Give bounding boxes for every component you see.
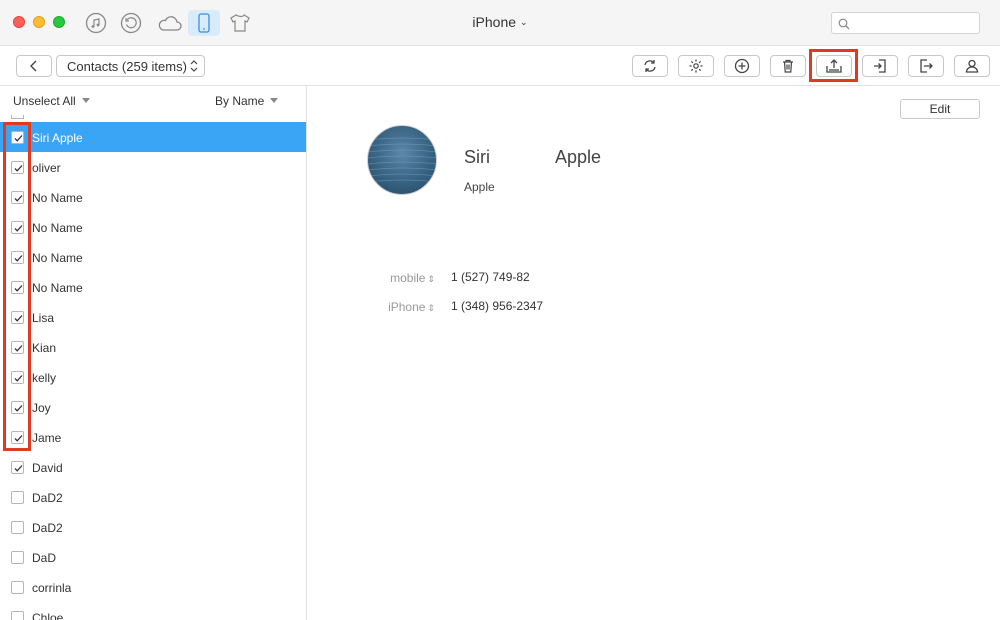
toolbar: Contacts (259 items) bbox=[0, 46, 1000, 86]
edit-button[interactable]: Edit bbox=[900, 99, 980, 119]
sort-dropdown[interactable]: By Name bbox=[215, 94, 279, 108]
refresh-icon bbox=[644, 60, 656, 72]
contact-detail: Edit Siri Apple Apple mobile ⇕ 1 (527) 74… bbox=[308, 86, 1000, 620]
import-button[interactable] bbox=[862, 55, 898, 77]
contact-row[interactable]: kelly bbox=[0, 362, 306, 392]
contact-name: oliver bbox=[32, 161, 61, 175]
sidebar-header: Unselect All By Name bbox=[0, 86, 306, 114]
contact-name: No Name bbox=[32, 191, 83, 205]
contact-name: Chloe bbox=[32, 611, 64, 620]
title-bar: iPhone ⌄ bbox=[0, 0, 1000, 46]
close-window-button[interactable] bbox=[13, 16, 25, 28]
last-name: Apple bbox=[555, 147, 602, 167]
refresh-button[interactable] bbox=[632, 55, 668, 77]
trash-icon bbox=[783, 59, 793, 73]
checkmark-icon bbox=[14, 465, 23, 472]
contact-name: No Name bbox=[32, 281, 83, 295]
contact-row[interactable]: DaD2 bbox=[0, 482, 306, 512]
add-button[interactable] bbox=[724, 55, 760, 77]
contact-checkbox[interactable] bbox=[11, 461, 24, 474]
send-to-device-icon bbox=[920, 59, 933, 73]
minimize-window-button[interactable] bbox=[33, 16, 45, 28]
contact-name: kelly bbox=[32, 371, 57, 385]
contact-name: Lisa bbox=[32, 311, 55, 325]
contact-name: corrinla bbox=[32, 581, 72, 595]
contact-checkbox[interactable] bbox=[11, 521, 24, 534]
contact-row[interactable]: No Name bbox=[0, 212, 306, 242]
contact-button[interactable] bbox=[954, 55, 990, 77]
contact-name: No Name bbox=[32, 221, 83, 235]
contact-row[interactable]: DaD bbox=[0, 542, 306, 572]
chevron-left-icon bbox=[30, 60, 37, 72]
add-icon bbox=[734, 58, 750, 74]
avatar bbox=[367, 125, 437, 195]
contact-row[interactable]: oliver bbox=[0, 152, 306, 182]
export-button-highlight bbox=[809, 49, 858, 82]
back-button[interactable] bbox=[16, 55, 52, 77]
contact-checkbox[interactable] bbox=[11, 611, 24, 620]
checkbox-column-highlight bbox=[3, 122, 31, 451]
contact-name: David bbox=[32, 461, 63, 475]
settings-button[interactable] bbox=[678, 55, 714, 77]
app-window: iPhone ⌄ Contacts (259 items) Unselect A… bbox=[0, 0, 1000, 620]
icloud-icon[interactable] bbox=[155, 10, 185, 36]
contact-name: Siri Apple bbox=[32, 131, 83, 145]
company-name: Apple bbox=[464, 180, 495, 194]
contacts-sidebar: Unselect All By Name Siri Apple oliver No … bbox=[0, 86, 307, 620]
unselect-all-dropdown[interactable]: Unselect All bbox=[13, 94, 90, 108]
delete-button[interactable] bbox=[770, 55, 806, 77]
gear-icon bbox=[689, 59, 703, 73]
phone-label-mobile[interactable]: mobile ⇕ bbox=[375, 271, 435, 285]
contact-row[interactable]: No Name bbox=[0, 182, 306, 212]
search-input[interactable] bbox=[831, 12, 980, 34]
contact-row[interactable]: Joy bbox=[0, 392, 306, 422]
contact-row[interactable]: Chloe bbox=[0, 602, 306, 620]
contact-row[interactable]: Siri Apple bbox=[0, 122, 306, 152]
contact-row[interactable]: No Name bbox=[0, 272, 306, 302]
first-name: Siri bbox=[464, 147, 490, 167]
history-icon[interactable] bbox=[118, 10, 144, 36]
contact-checkbox[interactable] bbox=[11, 491, 24, 504]
contact-row[interactable]: No Name bbox=[0, 242, 306, 272]
phone-number-mobile: 1 (527) 749-82 bbox=[451, 270, 530, 284]
caret-down-icon bbox=[81, 98, 90, 103]
updown-chevron-icon: ⇕ bbox=[427, 303, 435, 313]
contact-row[interactable]: Lisa bbox=[0, 302, 306, 332]
category-dropdown[interactable]: Contacts (259 items) bbox=[56, 55, 205, 77]
caret-down-icon bbox=[270, 98, 279, 103]
send-to-device-button[interactable] bbox=[908, 55, 944, 77]
maximize-window-button[interactable] bbox=[53, 16, 65, 28]
contact-row[interactable]: DaD2 bbox=[0, 512, 306, 542]
contact-row[interactable]: David bbox=[0, 452, 306, 482]
partial-checkbox bbox=[11, 115, 24, 119]
contact-name: DaD2 bbox=[32, 491, 63, 505]
contact-list: Siri Apple oliver No Name No Name No Name No … bbox=[0, 122, 306, 620]
contact-name: Joy bbox=[32, 401, 51, 415]
chevron-down-icon: ⌄ bbox=[520, 17, 528, 27]
phone-number-iphone: 1 (348) 956-2347 bbox=[451, 299, 544, 313]
contact-icon bbox=[965, 59, 979, 73]
contact-row[interactable]: Kian bbox=[0, 332, 306, 362]
updown-chevron-icon bbox=[190, 59, 198, 76]
iphone-device-icon[interactable] bbox=[188, 10, 220, 36]
phone-label-iphone[interactable]: iPhone ⇕ bbox=[375, 300, 435, 314]
contact-name: No Name bbox=[32, 251, 83, 265]
updown-chevron-icon: ⇕ bbox=[427, 274, 435, 284]
contact-row[interactable]: Jame bbox=[0, 422, 306, 452]
contact-checkbox[interactable] bbox=[11, 551, 24, 564]
toolkit-icon[interactable] bbox=[227, 10, 253, 36]
contact-name: Jame bbox=[32, 431, 62, 445]
music-icon[interactable] bbox=[83, 10, 109, 36]
device-title[interactable]: iPhone ⌄ bbox=[460, 14, 540, 30]
contact-name: DaD bbox=[32, 551, 57, 565]
contact-checkbox[interactable] bbox=[11, 581, 24, 594]
category-label: Contacts (259 items) bbox=[67, 58, 187, 74]
contact-row[interactable]: corrinla bbox=[0, 572, 306, 602]
contact-name: DaD2 bbox=[32, 521, 63, 535]
import-icon bbox=[874, 59, 886, 73]
contact-name: Kian bbox=[32, 341, 57, 355]
search-icon bbox=[838, 17, 850, 35]
